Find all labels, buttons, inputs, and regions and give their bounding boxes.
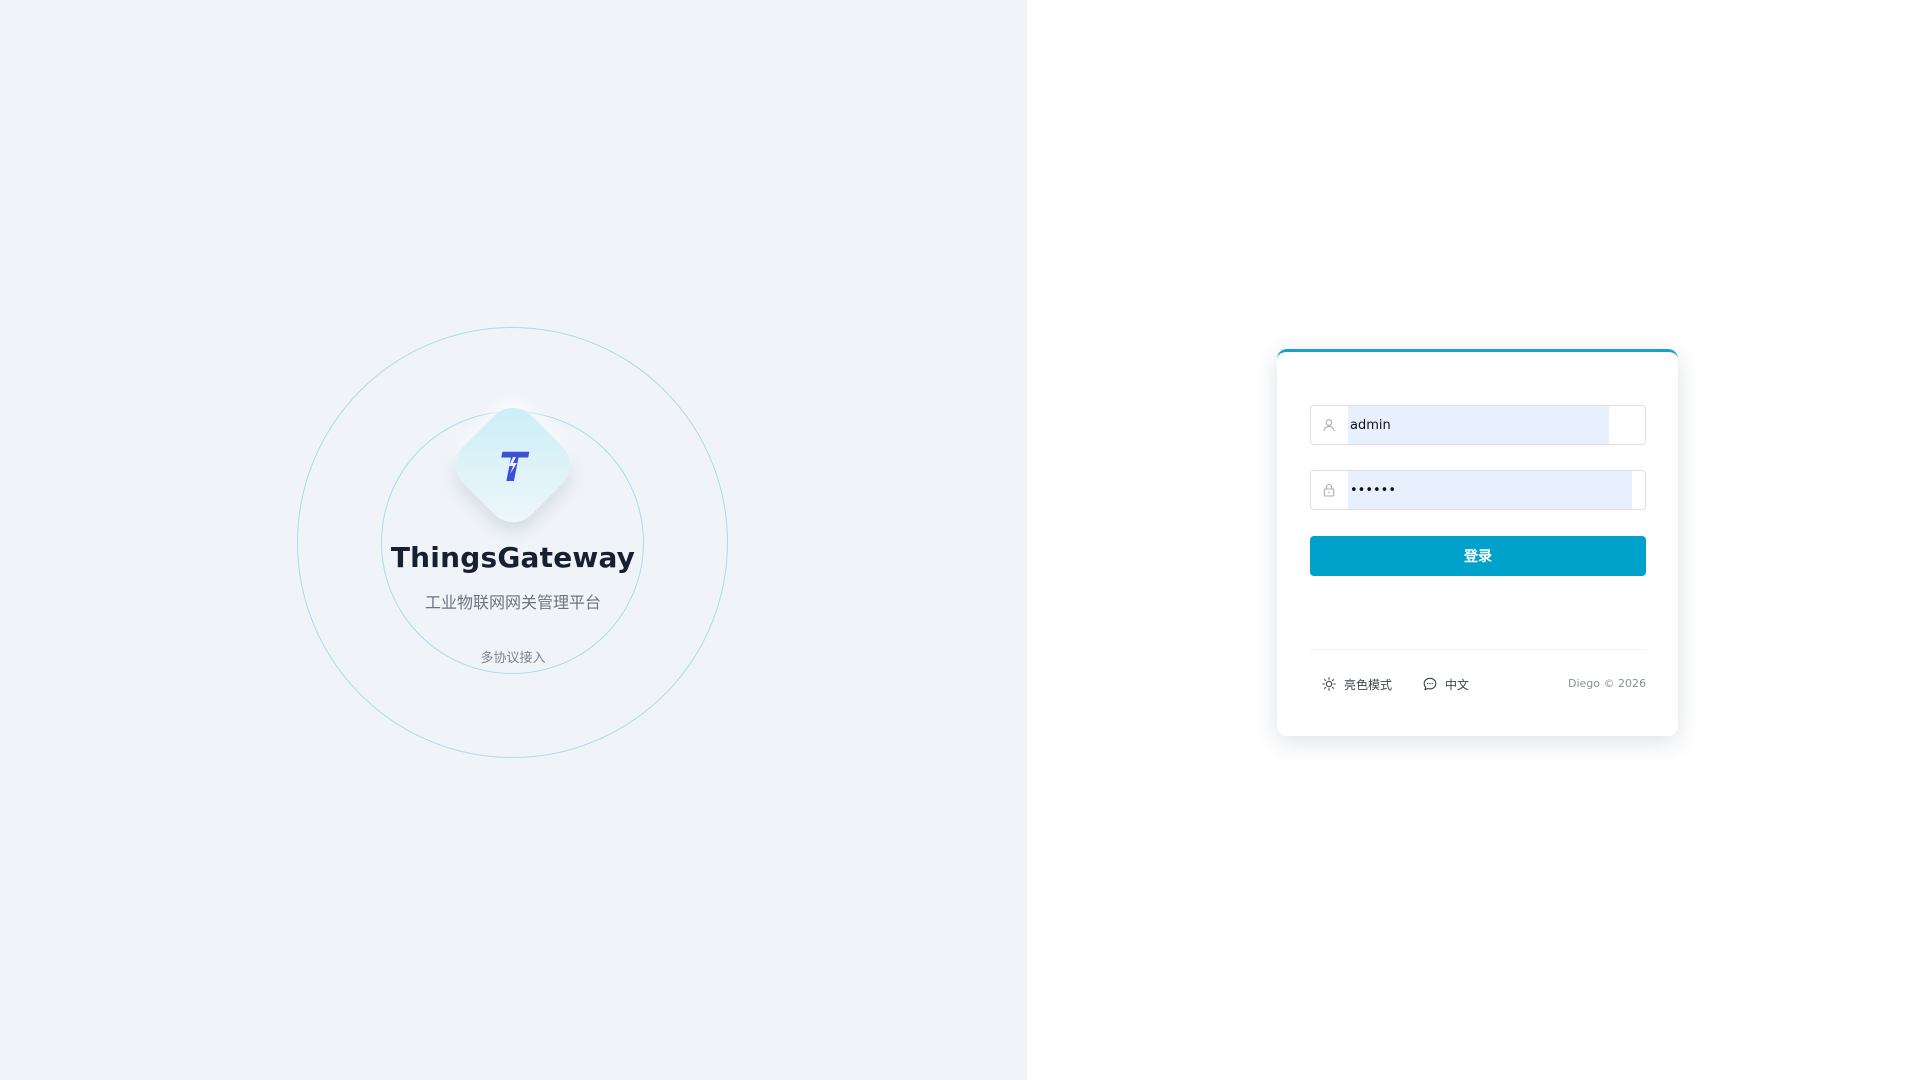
password-input[interactable] xyxy=(1348,471,1632,509)
brand-panel: T ThingsGateway 工业物联网网关管理平台 多协议接入 xyxy=(0,0,1027,1080)
brand-title: ThingsGateway xyxy=(390,541,636,574)
brand-tagline: 多协议接入 xyxy=(480,651,546,666)
user-icon xyxy=(1311,406,1347,444)
brand-subtitle: 工业物联网网关管理平台 xyxy=(424,593,601,612)
footer-divider xyxy=(1310,649,1646,650)
password-field[interactable] xyxy=(1310,470,1646,510)
theme-toggle-label: 亮色模式 xyxy=(1344,677,1393,692)
login-card: 登录 亮色模式 中文 Diego © 2026 xyxy=(1277,349,1678,736)
language-label: 中文 xyxy=(1445,677,1470,692)
username-field[interactable] xyxy=(1310,405,1646,445)
language-switch[interactable]: 中文 xyxy=(1423,674,1469,694)
theme-toggle[interactable]: 亮色模式 xyxy=(1322,674,1392,694)
sun-icon xyxy=(1322,677,1336,691)
username-input[interactable] xyxy=(1348,406,1609,444)
logo-letter: T xyxy=(499,445,529,491)
lightning-t-logo-icon: T xyxy=(499,445,529,491)
login-button[interactable]: 登录 xyxy=(1310,536,1646,576)
chat-bubble-icon xyxy=(1423,677,1437,691)
copyright-text: Diego © 2026 xyxy=(1568,677,1646,690)
lock-icon xyxy=(1311,471,1347,509)
